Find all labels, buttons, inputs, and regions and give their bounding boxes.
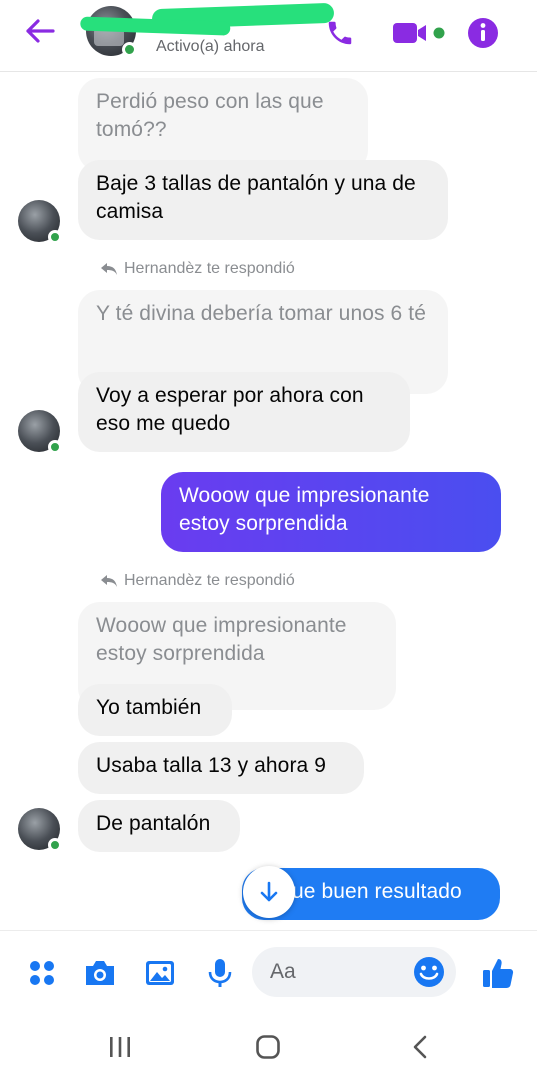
online-indicator — [122, 42, 137, 57]
sender-avatar[interactable] — [18, 200, 62, 244]
recent-apps-icon — [110, 1037, 130, 1057]
incoming-message[interactable]: De pantalón — [78, 800, 240, 852]
system-navigation-bar — [0, 1014, 537, 1080]
incoming-message[interactable]: Voy a esperar por ahora con eso me quedo — [78, 372, 410, 452]
quoted-message[interactable]: Perdió peso con las que tomó?? — [78, 78, 368, 172]
phone-icon — [328, 21, 352, 45]
message-text: Baje 3 tallas de pantalón y una de camis… — [96, 172, 416, 223]
gallery-icon — [146, 961, 174, 985]
back-icon — [413, 1035, 427, 1059]
emoji-icon — [414, 957, 444, 987]
scroll-to-bottom-button[interactable] — [243, 866, 295, 918]
message-text: De pantalón — [96, 812, 211, 835]
incoming-message[interactable]: Baje 3 tallas de pantalón y una de camis… — [78, 160, 448, 240]
message-composer: Aa — [0, 930, 537, 1014]
back-button[interactable] — [22, 16, 58, 46]
emoji-button[interactable] — [412, 955, 446, 989]
reply-arrow-icon — [101, 575, 117, 587]
info-button[interactable] — [466, 16, 500, 50]
quoted-message-text: Perdió peso con las que tomó?? — [96, 90, 324, 141]
message-list[interactable]: Perdió peso con las que tomó?? Baje 3 ta… — [0, 72, 537, 930]
gallery-button[interactable] — [140, 953, 180, 993]
online-dot — [48, 230, 62, 244]
online-dot — [48, 440, 62, 454]
redaction-scribble — [151, 2, 335, 30]
reply-notice: Hernandèz te respondió — [100, 572, 295, 590]
outgoing-message[interactable]: Wooow que impresionante estoy sorprendid… — [161, 472, 501, 552]
recent-apps-button[interactable] — [100, 1032, 140, 1062]
contact-name-redacted[interactable] — [151, 2, 335, 30]
incoming-message[interactable]: Yo también — [78, 684, 232, 736]
back-nav-button[interactable] — [400, 1032, 440, 1062]
message-text: Wooow que impresionante estoy sorprendid… — [179, 484, 430, 535]
quoted-message-text: Wooow que impresionante estoy sorprendid… — [96, 614, 347, 665]
info-icon — [468, 18, 498, 48]
thumbs-up-icon — [483, 959, 514, 988]
voice-message-button[interactable] — [200, 953, 240, 993]
menu-dots-icon — [30, 961, 54, 985]
microphone-icon — [208, 959, 232, 987]
message-text: ue buen resultado — [292, 880, 462, 903]
reply-arrow-icon — [101, 263, 117, 275]
reply-notice: Hernandèz te respondió — [100, 260, 295, 278]
active-status: Activo(a) ahora — [156, 38, 265, 55]
conversation-header: Activo(a) ahora — [0, 0, 537, 72]
home-icon — [256, 1035, 280, 1059]
reply-notice-text: Hernandèz te respondió — [124, 260, 295, 277]
sender-avatar[interactable] — [18, 808, 62, 852]
reply-notice-text: Hernandèz te respondió — [124, 572, 295, 589]
arrow-left-icon — [26, 19, 55, 43]
message-text: Yo también — [96, 696, 202, 719]
camera-button[interactable] — [80, 953, 120, 993]
incoming-message[interactable]: Usaba talla 13 y ahora 9 — [78, 742, 364, 794]
home-button[interactable] — [248, 1032, 288, 1062]
quoted-message-text: Y té divina debería tomar unos 6 té — [96, 302, 426, 325]
message-text: Usaba talla 13 y ahora 9 — [96, 754, 327, 777]
video-call-button[interactable] — [392, 16, 448, 50]
more-actions-button[interactable] — [22, 953, 62, 993]
voice-call-button[interactable] — [320, 16, 360, 50]
video-camera-icon — [393, 23, 445, 43]
like-button[interactable] — [478, 953, 518, 993]
online-dot — [48, 838, 62, 852]
camera-icon — [86, 961, 114, 985]
sender-avatar[interactable] — [18, 410, 62, 454]
arrow-down-icon — [260, 881, 278, 902]
message-text: Voy a esperar por ahora con eso me quedo — [96, 384, 364, 435]
message-input-placeholder: Aa — [270, 960, 296, 983]
